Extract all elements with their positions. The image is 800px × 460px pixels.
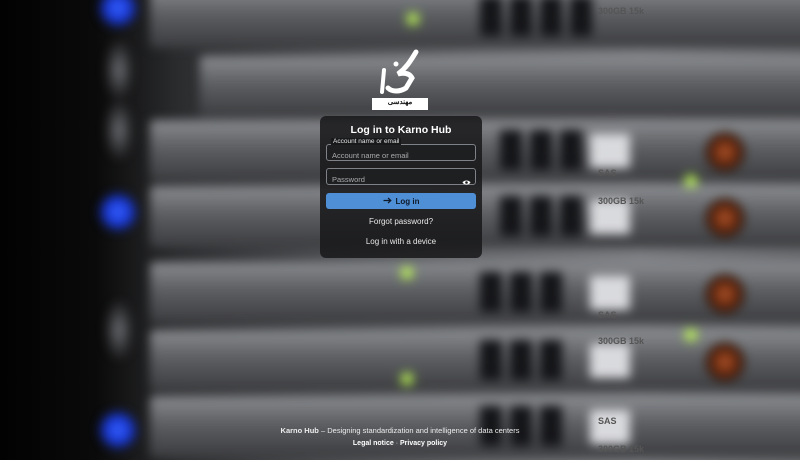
hdd-label: 300GB 15k bbox=[598, 196, 645, 206]
footer-separator: – bbox=[318, 426, 328, 435]
footer-tagline: Designing standardization and intelligen… bbox=[327, 426, 520, 435]
username-label: Account name or email bbox=[331, 138, 402, 145]
password-input[interactable] bbox=[327, 172, 475, 187]
password-field-wrapper bbox=[326, 168, 476, 187]
karno-logo-icon: مهندسی bbox=[366, 48, 434, 112]
hdd-label: SAS bbox=[598, 416, 617, 426]
login-form: Log in to Karno Hub Account name or emai… bbox=[320, 116, 482, 258]
hdd-label: SAS bbox=[598, 310, 617, 320]
login-title: Log in to Karno Hub bbox=[350, 124, 452, 136]
logo-text: مهندسی bbox=[387, 99, 413, 106]
footer-brand: Karno Hub bbox=[280, 426, 319, 435]
hdd-label: 300GB 15k bbox=[598, 336, 645, 346]
hdd-label: 300GB 15k bbox=[598, 6, 645, 16]
arrow-right-icon bbox=[383, 197, 392, 206]
username-field-wrapper: Account name or email bbox=[326, 138, 476, 163]
legal-notice-link[interactable]: Legal notice bbox=[353, 440, 394, 447]
footer-links: Legal notice · Privacy policy bbox=[0, 440, 800, 447]
footer: Karno Hub – Designing standardization an… bbox=[0, 426, 800, 447]
privacy-policy-link[interactable]: Privacy policy bbox=[400, 440, 447, 447]
eye-icon[interactable] bbox=[462, 173, 471, 185]
login-with-device-link[interactable]: Log in with a device bbox=[326, 237, 476, 246]
login-button[interactable]: Log in bbox=[326, 193, 476, 209]
username-input[interactable] bbox=[327, 148, 475, 163]
forgot-password-link[interactable]: Forgot password? bbox=[326, 217, 476, 226]
footer-tagline-line: Karno Hub – Designing standardization an… bbox=[0, 426, 800, 435]
hdd-label: SAS bbox=[598, 168, 617, 178]
login-button-label: Log in bbox=[395, 196, 420, 206]
